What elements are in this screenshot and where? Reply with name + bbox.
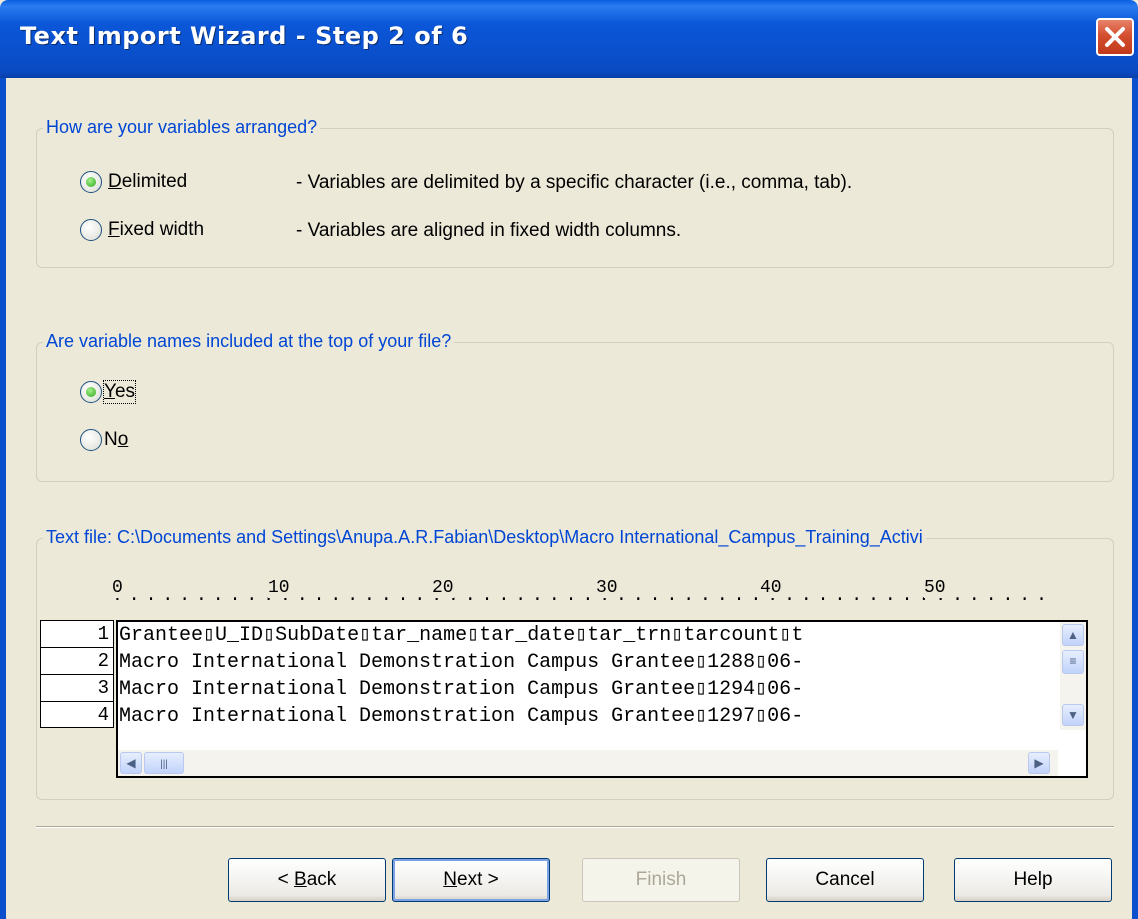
scroll-left-button[interactable]: ◀ bbox=[120, 752, 142, 774]
button-separator bbox=[36, 826, 1114, 828]
scroll-down-button[interactable]: ▼ bbox=[1062, 704, 1084, 726]
names-legend: Are variable names included at the top o… bbox=[43, 331, 455, 352]
ruler-label: 0 bbox=[112, 578, 123, 598]
arrangement-group: How are your variables arranged? bbox=[36, 117, 1114, 268]
names-group: Are variable names included at the top o… bbox=[36, 331, 1114, 482]
arrow-left-icon: ◀ bbox=[126, 756, 136, 770]
help-button[interactable]: Help bbox=[954, 858, 1112, 902]
preview-line: Macro International Demonstration Campus… bbox=[119, 678, 804, 701]
line-number: 2 bbox=[40, 647, 114, 674]
ruler-label: 50 bbox=[924, 578, 946, 598]
line-numbers: 1 2 3 4 bbox=[40, 620, 114, 728]
no-label: No bbox=[104, 429, 129, 450]
ruler-ticks: ........................................… bbox=[112, 586, 1056, 606]
delimited-description: - Variables are delimited by a specific … bbox=[296, 172, 853, 193]
textfile-legend: Text file: C:\Documents and Settings\Anu… bbox=[43, 527, 926, 548]
ruler-label: 40 bbox=[760, 578, 782, 598]
fixed-width-radio[interactable]: Fixed width bbox=[80, 219, 204, 241]
yes-radio[interactable]: Yes bbox=[80, 380, 137, 404]
window-border-right bbox=[1132, 78, 1138, 919]
vertical-scrollbar[interactable]: ▲ ≡ ▼ bbox=[1060, 622, 1086, 730]
line-number: 3 bbox=[40, 674, 114, 701]
arrow-down-icon: ▼ bbox=[1067, 708, 1079, 722]
cancel-button[interactable]: Cancel bbox=[766, 858, 924, 902]
next-button[interactable]: Next > bbox=[392, 858, 550, 902]
line-number: 1 bbox=[40, 620, 114, 647]
delimited-label: Delimited bbox=[108, 171, 188, 192]
close-button[interactable] bbox=[1096, 18, 1134, 56]
preview-line: Grantee▯U_ID▯SubDate▯tar_name▯tar_date▯t… bbox=[119, 624, 804, 647]
fixed-width-radio-button[interactable] bbox=[80, 219, 102, 241]
horizontal-scroll-thumb[interactable]: ||| bbox=[144, 752, 184, 774]
arrow-up-icon: ▲ bbox=[1067, 628, 1079, 642]
column-ruler: ........................................… bbox=[112, 578, 1062, 606]
delimited-radio-button[interactable] bbox=[80, 171, 102, 193]
scroll-up-button[interactable]: ▲ bbox=[1062, 624, 1084, 646]
yes-radio-button[interactable] bbox=[80, 381, 102, 403]
yes-label: Yes bbox=[102, 380, 137, 404]
scroll-right-button[interactable]: ▶ bbox=[1028, 752, 1050, 774]
close-icon bbox=[1105, 27, 1125, 47]
vertical-scroll-thumb[interactable]: ≡ bbox=[1062, 650, 1084, 674]
horizontal-scrollbar[interactable]: ◀ ||| ▶ bbox=[118, 750, 1058, 776]
grip-icon: ≡ bbox=[1069, 654, 1077, 668]
ruler-label: 10 bbox=[268, 578, 290, 598]
fixed-width-description: - Variables are aligned in fixed width c… bbox=[296, 220, 682, 241]
back-button[interactable]: < Back bbox=[228, 858, 386, 902]
line-number: 4 bbox=[40, 701, 114, 728]
arrangement-legend: How are your variables arranged? bbox=[43, 117, 321, 138]
window-border-left bbox=[0, 78, 6, 919]
preview-line: Macro International Demonstration Campus… bbox=[119, 651, 804, 674]
delimited-radio[interactable]: Delimited bbox=[80, 171, 187, 193]
preview-text-pane[interactable]: Grantee▯U_ID▯SubDate▯tar_name▯tar_date▯t… bbox=[116, 620, 1088, 778]
preview-line: Macro International Demonstration Campus… bbox=[119, 705, 804, 728]
arrow-right-icon: ▶ bbox=[1034, 756, 1044, 770]
title-bar: Text Import Wizard - Step 2 of 6 bbox=[0, 0, 1138, 78]
ruler-label: 30 bbox=[596, 578, 618, 598]
grip-icon: ||| bbox=[160, 759, 168, 770]
no-radio[interactable]: No bbox=[80, 429, 128, 451]
finish-button: Finish bbox=[582, 858, 740, 902]
no-radio-button[interactable] bbox=[80, 429, 102, 451]
ruler-label: 20 bbox=[432, 578, 454, 598]
file-preview: 1 2 3 4 Grantee▯U_ID▯SubDate▯tar_name▯ta… bbox=[40, 620, 1090, 780]
fixed-width-label: Fixed width bbox=[108, 219, 205, 240]
window-title: Text Import Wizard - Step 2 of 6 bbox=[20, 22, 469, 50]
